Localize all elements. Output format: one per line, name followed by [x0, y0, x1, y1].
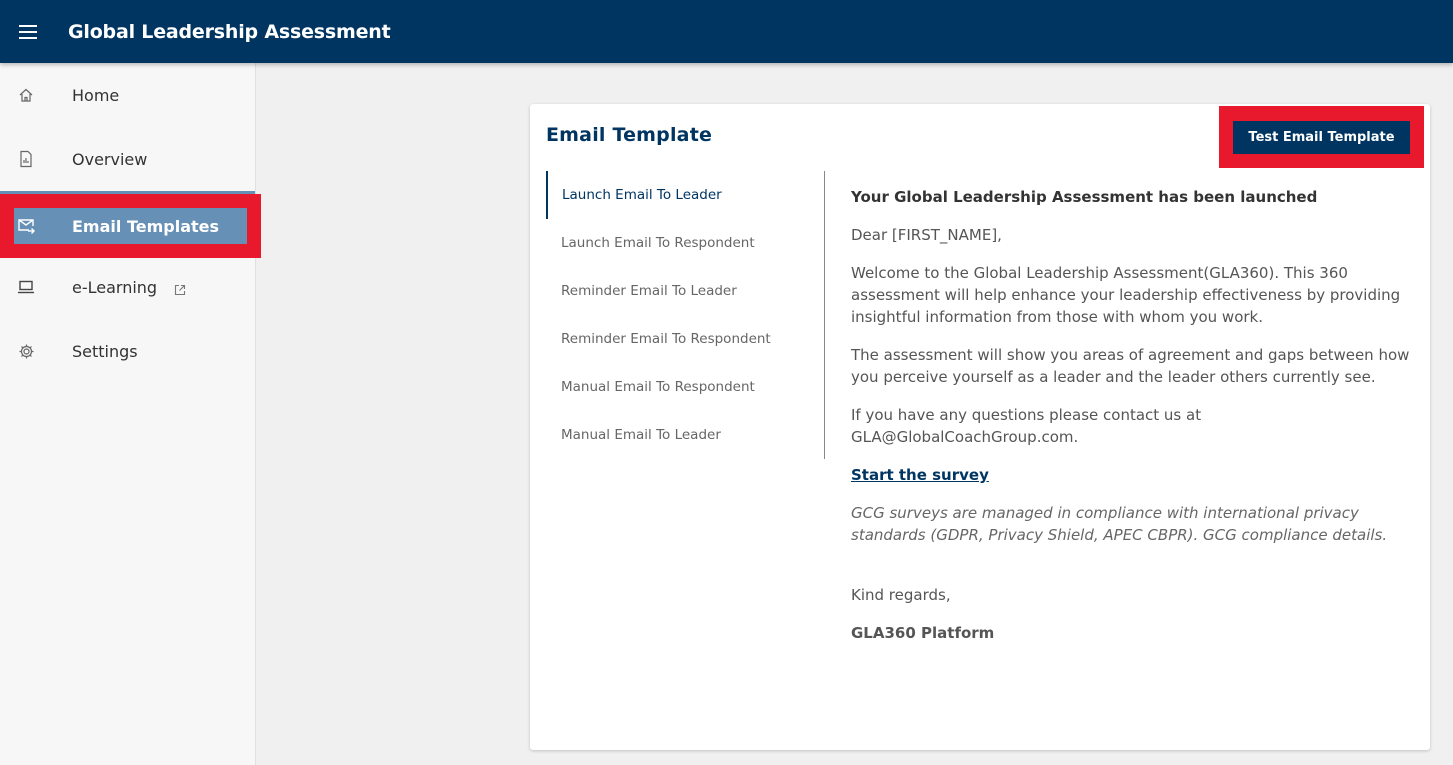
email-preview: Your Global Leadership Assessment has be…	[851, 186, 1411, 644]
test-email-template-button[interactable]: Test Email Template	[1233, 121, 1410, 154]
sidebar-item-e-learning[interactable]: e-Learning	[0, 255, 255, 319]
email-signature: GLA360 Platform	[851, 624, 995, 642]
sidebar-item-settings[interactable]: Settings	[0, 319, 255, 383]
email-closing: Kind regards,	[851, 586, 951, 604]
card-title: Email Template	[546, 124, 713, 146]
template-tab-list: Launch Email To Leader Launch Email To R…	[546, 171, 826, 459]
start-survey-link[interactable]: Start the survey	[851, 464, 989, 486]
compliance-note: GCG surveys are managed in compliance wi…	[851, 504, 1388, 544]
tab-launch-email-to-respondent[interactable]: Launch Email To Respondent	[546, 219, 816, 267]
sidebar-item-home[interactable]: Home	[0, 63, 255, 127]
app-title: Global Leadership Assessment	[68, 20, 391, 43]
sidebar-item-label: Home	[72, 85, 120, 105]
sidebar-item-label: Overview	[72, 149, 148, 169]
email-greeting: Dear [FIRST_NAME],	[851, 226, 1002, 244]
sidebar-item-overview[interactable]: Overview	[0, 127, 255, 191]
sidebar-item-label: e-Learning	[72, 277, 158, 297]
menu-icon	[19, 24, 37, 39]
tab-reminder-email-to-respondent[interactable]: Reminder Email To Respondent	[546, 315, 816, 363]
email-paragraph: The assessment will show you areas of ag…	[851, 346, 1410, 386]
tab-launch-email-to-leader[interactable]: Launch Email To Leader	[546, 171, 816, 219]
hamburger-menu-button[interactable]	[0, 0, 56, 63]
sidebar-item-label: Email Templates	[72, 216, 220, 236]
external-link-icon	[174, 281, 186, 296]
email-template-card: Email Template Test Email Template Launc…	[530, 104, 1430, 750]
sidebar-item-email-templates[interactable]: Email Templates	[0, 194, 255, 258]
tab-reminder-email-to-leader[interactable]: Reminder Email To Leader	[546, 267, 816, 315]
sidebar: Home Overview Email Templates e-Learning	[0, 63, 261, 765]
home-icon	[17, 86, 35, 104]
email-heading: Your Global Leadership Assessment has be…	[851, 188, 1318, 206]
email-paragraph: Welcome to the Global Leadership Assessm…	[851, 264, 1401, 326]
laptop-icon	[17, 278, 35, 296]
email-forward-icon	[17, 217, 35, 235]
email-paragraph: If you have any questions please contact…	[851, 406, 1202, 446]
gear-icon	[17, 342, 35, 360]
tab-manual-email-to-respondent[interactable]: Manual Email To Respondent	[546, 363, 816, 411]
tab-manual-email-to-leader[interactable]: Manual Email To Leader	[546, 411, 816, 459]
report-icon	[17, 150, 35, 168]
app-header: Global Leadership Assessment	[0, 0, 1453, 63]
sidebar-item-label: Settings	[72, 341, 138, 361]
tab-divider	[824, 171, 825, 459]
